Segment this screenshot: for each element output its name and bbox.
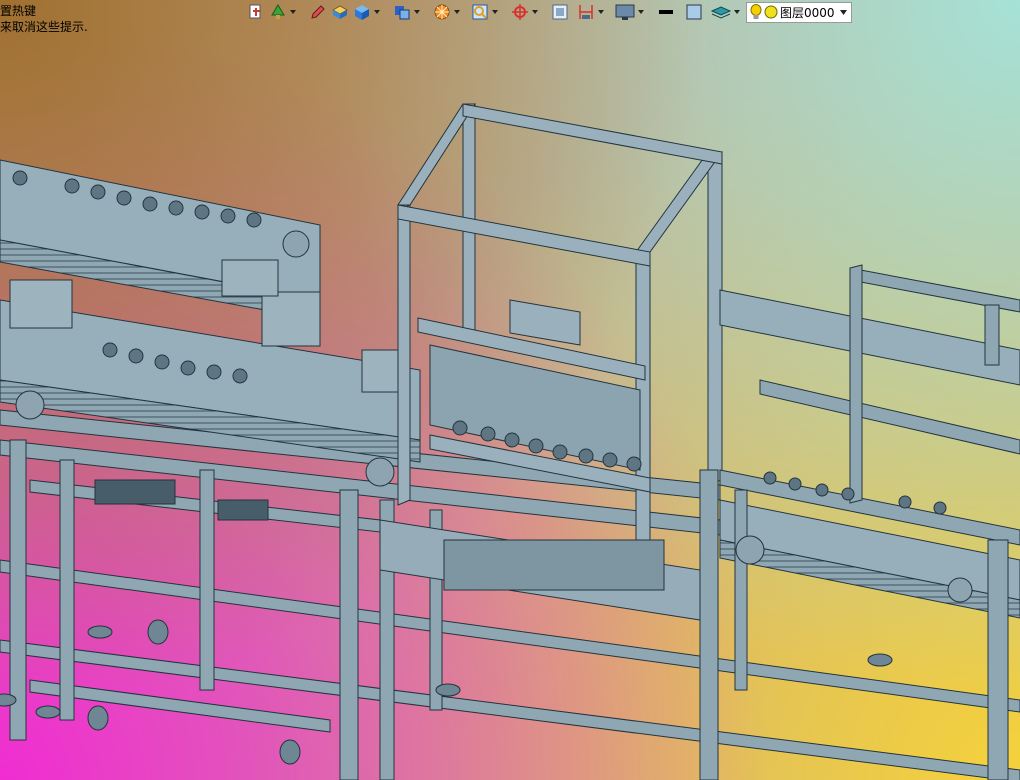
layer-name: 图层0000 bbox=[780, 5, 835, 20]
chevron-down-icon bbox=[598, 10, 604, 14]
layer-select[interactable]: 图层0000 bbox=[746, 1, 852, 23]
layer-state-button[interactable] bbox=[246, 2, 266, 22]
chevron-down-icon bbox=[840, 9, 847, 15]
cube-blue-icon bbox=[355, 5, 369, 20]
chevron-down-icon bbox=[414, 10, 420, 14]
cad-model-viewport[interactable] bbox=[0, 0, 1020, 780]
cube-blue-button[interactable] bbox=[352, 2, 372, 22]
zoom-window-button[interactable] bbox=[470, 2, 490, 22]
dimension-dropdown[interactable] bbox=[598, 2, 604, 22]
layer-filter-button[interactable] bbox=[268, 2, 288, 22]
viewport-icon bbox=[552, 4, 568, 20]
display-button[interactable] bbox=[614, 2, 636, 22]
hint-line-1: 置热键 bbox=[0, 4, 37, 18]
chevron-down-icon bbox=[532, 10, 538, 14]
fill-color-button[interactable] bbox=[684, 2, 704, 22]
layer-stack-icon bbox=[711, 6, 731, 19]
layer-toolbar: 图层0000 bbox=[246, 1, 852, 23]
pencil-button[interactable] bbox=[308, 2, 328, 22]
chevron-down-icon bbox=[734, 10, 740, 14]
solid-blue-button[interactable] bbox=[392, 2, 412, 22]
fill-color-icon bbox=[686, 4, 702, 20]
conveyor-frame-model bbox=[0, 103, 1020, 780]
dimension-icon bbox=[579, 5, 593, 19]
dimension-button[interactable] bbox=[576, 2, 596, 22]
chevron-down-icon bbox=[492, 10, 498, 14]
zoom-window-dropdown[interactable] bbox=[492, 2, 498, 22]
chevron-down-icon bbox=[290, 10, 296, 14]
orbit-dropdown[interactable] bbox=[532, 2, 538, 22]
sun-icon bbox=[764, 5, 778, 19]
display-icon bbox=[615, 4, 635, 20]
line-color-button[interactable] bbox=[656, 2, 676, 22]
lightbulb-icon bbox=[750, 4, 762, 19]
chevron-down-icon bbox=[638, 10, 644, 14]
solid-blue-dropdown[interactable] bbox=[414, 2, 420, 22]
orbit-button[interactable] bbox=[510, 2, 530, 22]
sun-orange-button[interactable] bbox=[432, 2, 452, 22]
line-color-icon bbox=[659, 10, 673, 14]
viewport-button[interactable] bbox=[550, 2, 570, 22]
pencil-icon bbox=[311, 5, 325, 19]
box-yellow-icon bbox=[331, 5, 349, 19]
orbit-icon bbox=[512, 4, 528, 20]
layer-filter-icon bbox=[271, 4, 285, 19]
display-dropdown[interactable] bbox=[638, 2, 644, 22]
sun-orange-dropdown[interactable] bbox=[454, 2, 460, 22]
chevron-down-icon bbox=[374, 10, 380, 14]
sun-orange-icon bbox=[434, 4, 450, 20]
box-yellow-button[interactable] bbox=[330, 2, 350, 22]
layer-stack-dropdown[interactable] bbox=[734, 2, 740, 22]
layer-stack-button[interactable] bbox=[710, 2, 732, 22]
hint-line-2: 来取消这些提示. bbox=[0, 20, 88, 34]
layer-state-icon bbox=[249, 4, 261, 19]
chevron-down-icon bbox=[454, 10, 460, 14]
cube-blue-dropdown[interactable] bbox=[374, 2, 380, 22]
solid-blue-icon bbox=[395, 6, 410, 20]
zoom-window-icon bbox=[472, 4, 488, 20]
layer-filter-dropdown[interactable] bbox=[290, 2, 296, 22]
